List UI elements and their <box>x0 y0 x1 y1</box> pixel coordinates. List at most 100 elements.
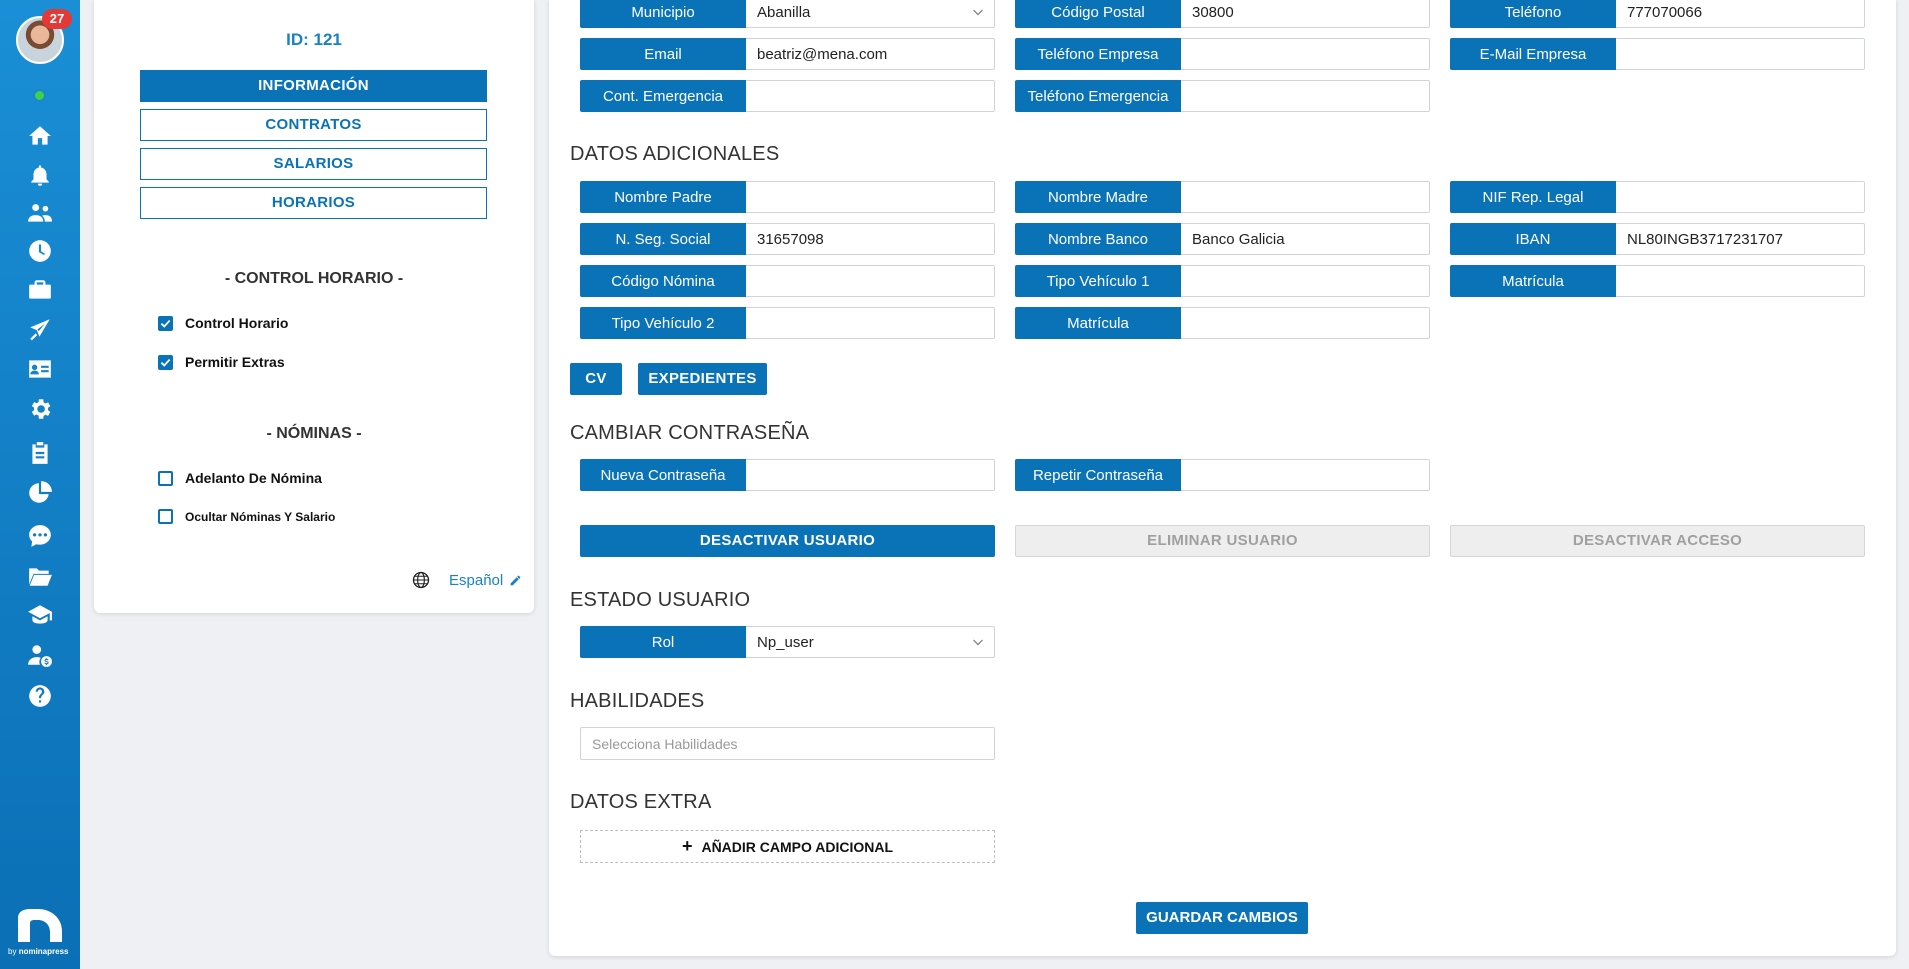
iban-input[interactable]: NL80INGB3717231707 <box>1616 223 1865 255</box>
plane-icon[interactable] <box>24 313 56 345</box>
bell-icon[interactable] <box>24 159 56 191</box>
cambiar-contrasena-heading: CAMBIAR CONTRASEÑA <box>570 422 810 444</box>
folder-icon[interactable] <box>24 560 56 592</box>
field-label: Teléfono <box>1450 0 1616 28</box>
chevron-down-icon <box>973 9 983 16</box>
field-codigo-nomina: Código Nómina <box>580 265 995 297</box>
field-label: Matrícula <box>1450 265 1616 297</box>
field-municipio: Municipio Abanilla <box>580 0 995 28</box>
habilidades-heading: HABILIDADES <box>570 690 705 712</box>
globe-icon <box>412 571 430 589</box>
telefono-empresa-input[interactable] <box>1181 38 1430 70</box>
tab-contratos[interactable]: CONTRATOS <box>140 109 487 141</box>
field-label: Cont. Emergencia <box>580 80 746 112</box>
habilidades-select[interactable]: Selecciona Habilidades <box>580 727 995 760</box>
expedientes-button[interactable]: EXPEDIENTES <box>638 363 767 395</box>
field-label: Tipo Vehículo 1 <box>1015 265 1181 297</box>
contacto-emergencia-input[interactable] <box>746 80 995 112</box>
graduation-cap-icon[interactable] <box>24 599 56 631</box>
field-matricula-2: Matrícula <box>1015 307 1430 339</box>
nominas-title: - NÓMINAS - <box>266 425 362 442</box>
language-label[interactable]: Español <box>449 572 503 589</box>
nif-rep-legal-input[interactable] <box>1616 181 1865 213</box>
field-label: Código Nómina <box>580 265 746 297</box>
clipboard-icon[interactable] <box>24 437 56 469</box>
field-telefono: Teléfono 777070066 <box>1450 0 1865 28</box>
field-telefono-empresa: Teléfono Empresa <box>1015 38 1430 70</box>
checkbox-checked[interactable] <box>158 315 173 331</box>
id-card-icon[interactable] <box>24 353 56 385</box>
user-id: ID: 121 <box>286 30 342 49</box>
rol-select[interactable]: Np_user <box>746 626 995 658</box>
clock-icon[interactable] <box>24 235 56 267</box>
user-money-icon[interactable] <box>24 639 56 671</box>
tipo-vehiculo-2-input[interactable] <box>746 307 995 339</box>
help-icon[interactable] <box>24 680 56 712</box>
sidebar: 27 by nominapress <box>0 0 80 969</box>
plus-icon: + <box>681 836 693 856</box>
tab-informacion[interactable]: INFORMACIÓN <box>140 70 487 102</box>
pie-chart-icon[interactable] <box>24 477 56 509</box>
email-empresa-input[interactable] <box>1616 38 1865 70</box>
municipio-select[interactable]: Abanilla <box>746 0 995 28</box>
eliminar-usuario-button[interactable]: ELIMINAR USUARIO <box>1015 525 1430 557</box>
field-nombre-banco: Nombre Banco Banco Galicia <box>1015 223 1430 255</box>
users-icon[interactable] <box>24 197 56 229</box>
checkbox-unchecked[interactable] <box>158 470 173 486</box>
briefcase-icon[interactable] <box>24 274 56 306</box>
control-horario-title: - CONTROL HORARIO - <box>224 270 404 287</box>
field-matricula-1: Matrícula <box>1450 265 1865 297</box>
field-label: Código Postal <box>1015 0 1181 28</box>
desactivar-usuario-button[interactable]: DESACTIVAR USUARIO <box>580 525 995 557</box>
field-nueva-contrasena: Nueva Contraseña <box>580 459 995 491</box>
home-icon[interactable] <box>24 120 56 152</box>
add-field-label: AÑADIR CAMPO ADICIONAL <box>701 838 894 855</box>
add-field-button[interactable]: + AÑADIR CAMPO ADICIONAL <box>580 830 995 863</box>
email-input[interactable]: beatriz@mena.com <box>746 38 995 70</box>
field-label: Nombre Padre <box>580 181 746 213</box>
tab-horarios[interactable]: HORARIOS <box>140 187 487 219</box>
nueva-contrasena-input[interactable] <box>746 459 995 491</box>
field-label: Teléfono Emergencia <box>1015 80 1181 112</box>
gear-icon[interactable] <box>24 393 56 425</box>
matricula-1-input[interactable] <box>1616 265 1865 297</box>
field-contacto-emergencia: Cont. Emergencia <box>580 80 995 112</box>
nombre-madre-input[interactable] <box>1181 181 1430 213</box>
codigo-postal-input[interactable]: 30800 <box>1181 0 1430 28</box>
pencil-icon[interactable] <box>509 574 522 587</box>
datos-extra-heading: DATOS EXTRA <box>570 791 712 813</box>
cv-button[interactable]: CV <box>570 363 622 395</box>
telefono-input[interactable]: 777070066 <box>1616 0 1865 28</box>
nombre-banco-input[interactable]: Banco Galicia <box>1181 223 1430 255</box>
notification-badge: 27 <box>42 9 72 29</box>
ocultar-nominas-option[interactable]: Ocultar Nóminas Y Salario <box>158 509 335 524</box>
field-repetir-contrasena: Repetir Contraseña <box>1015 459 1430 491</box>
seg-social-input[interactable]: 31657098 <box>746 223 995 255</box>
tipo-vehiculo-1-input[interactable] <box>1181 265 1430 297</box>
save-button[interactable]: GUARDAR CAMBIOS <box>1136 902 1308 934</box>
permitir-extras-option[interactable]: Permitir Extras <box>158 354 285 370</box>
field-label: Matrícula <box>1015 307 1181 339</box>
codigo-nomina-input[interactable] <box>746 265 995 297</box>
checkbox-unchecked[interactable] <box>158 509 173 524</box>
telefono-emergencia-input[interactable] <box>1181 80 1430 112</box>
checkbox-checked[interactable] <box>158 354 173 370</box>
checkbox-label: Adelanto De Nómina <box>185 470 322 486</box>
field-label: Nombre Banco <box>1015 223 1181 255</box>
field-nif-rep-legal: NIF Rep. Legal <box>1450 181 1865 213</box>
repetir-contrasena-input[interactable] <box>1181 459 1430 491</box>
chevron-down-icon <box>973 639 983 646</box>
checkbox-label: Permitir Extras <box>185 354 285 370</box>
field-nombre-padre: Nombre Padre <box>580 181 995 213</box>
field-label: E-Mail Empresa <box>1450 38 1616 70</box>
control-horario-option[interactable]: Control Horario <box>158 315 288 331</box>
chat-icon[interactable] <box>24 520 56 552</box>
nombre-padre-input[interactable] <box>746 181 995 213</box>
field-tipo-vehiculo-2: Tipo Vehículo 2 <box>580 307 995 339</box>
select-value: Np_user <box>757 633 814 651</box>
tab-salarios[interactable]: SALARIOS <box>140 148 487 180</box>
language-selector[interactable]: Español <box>412 571 522 589</box>
adelanto-nomina-option[interactable]: Adelanto De Nómina <box>158 470 322 486</box>
matricula-2-input[interactable] <box>1181 307 1430 339</box>
desactivar-acceso-button[interactable]: DESACTIVAR ACCESO <box>1450 525 1865 557</box>
